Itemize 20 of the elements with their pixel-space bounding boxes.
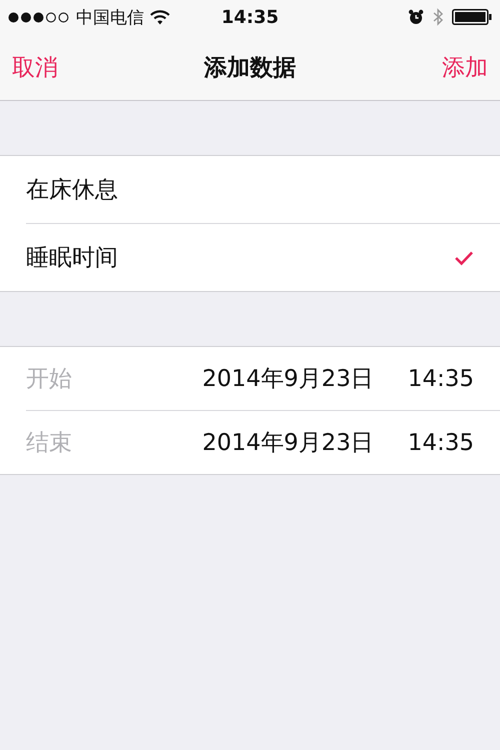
battery-icon — [452, 9, 492, 25]
time-value[interactable]: 14:35 — [408, 366, 474, 392]
cancel-button[interactable]: 取消 — [12, 52, 58, 82]
time-label: 开始 — [26, 365, 73, 394]
time-value[interactable]: 14:35 — [408, 430, 474, 456]
option-row[interactable]: 在床休息 — [26, 156, 500, 223]
add-button[interactable]: 添加 — [442, 52, 488, 82]
time-label: 结束 — [26, 429, 73, 458]
date-value[interactable]: 2014年9月23日 — [202, 427, 374, 458]
nav-title: 添加数据 — [204, 54, 296, 82]
option-label: 睡眠时间 — [26, 244, 119, 273]
wifi-icon — [150, 10, 170, 24]
date-value[interactable]: 2014年9月23日 — [202, 363, 374, 394]
alarm-icon — [408, 9, 424, 25]
option-row[interactable]: 睡眠时间 — [26, 223, 500, 291]
carrier-name: 中国电信 — [76, 6, 144, 28]
option-label: 在床休息 — [26, 176, 119, 205]
signal-icon — [8, 12, 70, 22]
bluetooth-icon — [432, 8, 444, 26]
clock-time: 14:35 — [221, 6, 279, 28]
